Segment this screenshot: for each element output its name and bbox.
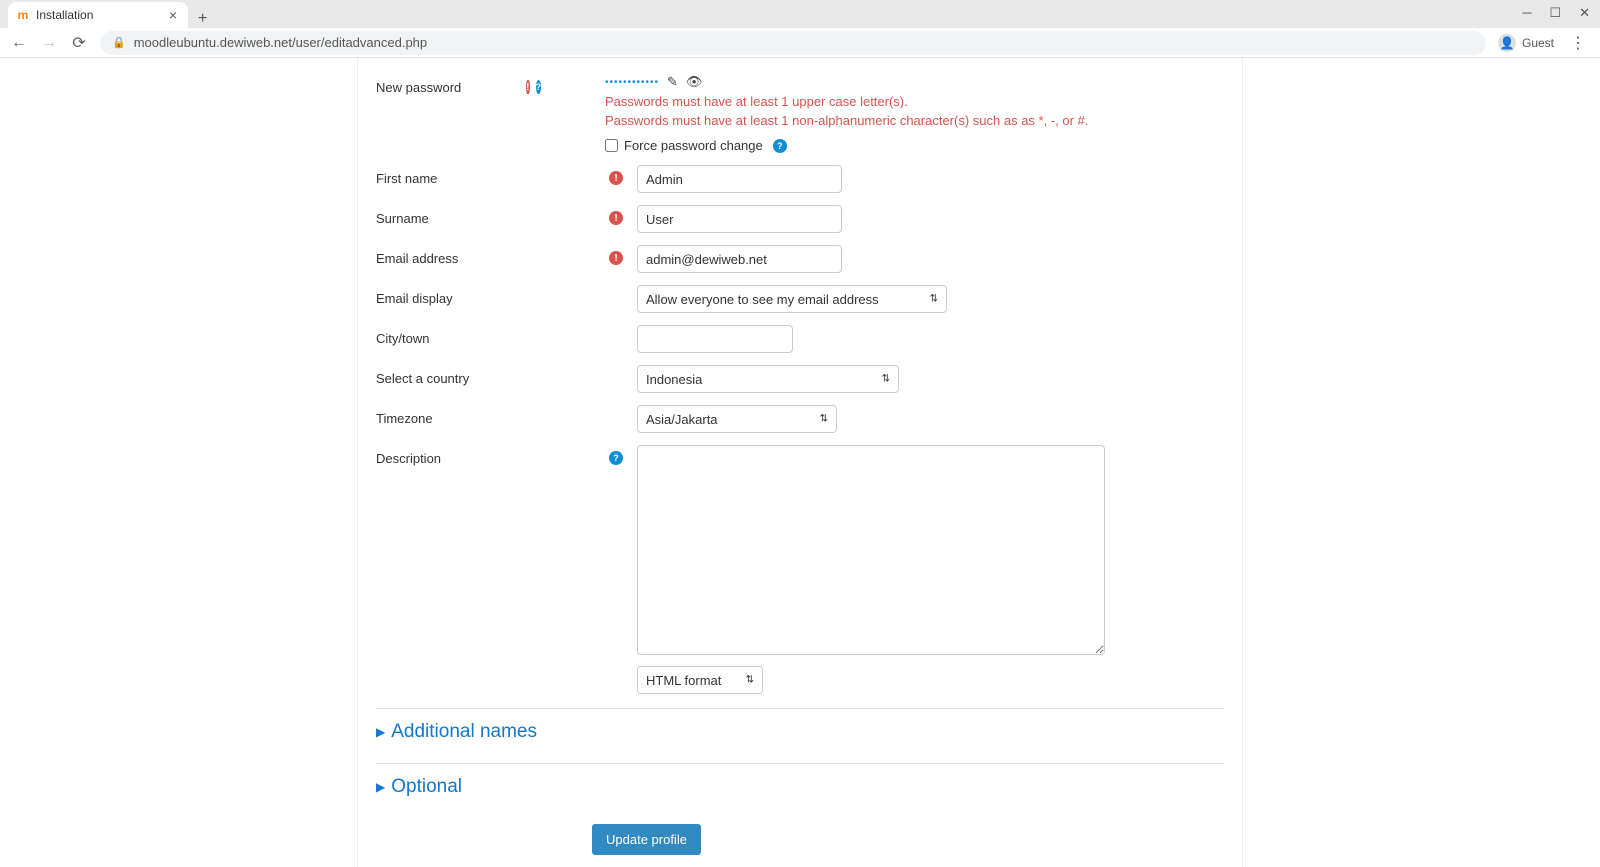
back-icon[interactable]: ← xyxy=(10,34,28,52)
forward-icon[interactable]: → xyxy=(40,34,58,52)
timezone-select[interactable]: Asia/Jakarta ⇅ xyxy=(637,405,837,433)
city-input[interactable] xyxy=(637,325,793,353)
section-optional-label: Optional xyxy=(391,776,462,798)
required-icon: ! xyxy=(526,80,529,94)
help-icon[interactable]: ? xyxy=(609,451,623,465)
country-select[interactable]: Indonesia ⇅ xyxy=(637,365,899,393)
surname-input[interactable] xyxy=(637,205,842,233)
password-error-2: Passwords must have at least 1 non-alpha… xyxy=(605,113,1224,128)
profile-form: New password ! ? •••••••••••• ✎ 👁 Passwo… xyxy=(358,58,1242,867)
label-email: Email address xyxy=(376,251,458,266)
caret-right-icon: ▶ xyxy=(376,780,385,794)
minimize-icon[interactable]: ─ xyxy=(1522,5,1531,21)
close-window-icon[interactable]: ✕ xyxy=(1579,5,1590,21)
help-icon[interactable]: ? xyxy=(773,139,787,153)
chevron-updown-icon: ⇅ xyxy=(882,374,890,385)
section-optional[interactable]: ▶ Optional xyxy=(376,763,1224,810)
row-new-password: New password ! ? •••••••••••• ✎ 👁 Passwo… xyxy=(376,68,1224,159)
row-description: Description ? HTML format ⇅ xyxy=(376,439,1224,700)
window-controls: ─ ☐ ✕ xyxy=(1522,5,1590,21)
avatar-icon: 👤 xyxy=(1498,34,1516,52)
browser-tab[interactable]: m Installation × xyxy=(8,2,188,28)
row-country: Select a country Indonesia ⇅ xyxy=(376,359,1224,399)
required-icon: ! xyxy=(609,211,623,225)
label-description: Description xyxy=(376,451,441,466)
label-new-password: New password xyxy=(376,80,461,95)
label-timezone: Timezone xyxy=(376,411,433,426)
moodle-favicon-icon: m xyxy=(16,8,30,22)
required-icon: ! xyxy=(609,171,623,185)
password-error-1: Passwords must have at least 1 upper cas… xyxy=(605,94,1224,109)
submit-row: Update profile xyxy=(376,810,1224,863)
chevron-updown-icon: ⇅ xyxy=(930,294,938,305)
description-format-value: HTML format xyxy=(646,673,721,688)
row-emaildisplay: Email display Allow everyone to see my e… xyxy=(376,279,1224,319)
description-format-select[interactable]: HTML format ⇅ xyxy=(637,666,763,694)
section-additional-label: Additional names xyxy=(391,721,537,743)
required-icon: ! xyxy=(609,251,623,265)
profile-label: Guest xyxy=(1522,36,1554,50)
content-container: New password ! ? •••••••••••• ✎ 👁 Passwo… xyxy=(357,58,1243,867)
row-surname: Surname ! xyxy=(376,199,1224,239)
label-emaildisplay: Email display xyxy=(376,291,453,306)
tab-title: Installation xyxy=(36,8,160,22)
url-text: moodleubuntu.dewiweb.net/user/editadvanc… xyxy=(134,35,427,50)
row-timezone: Timezone Asia/Jakarta ⇅ xyxy=(376,399,1224,439)
label-surname: Surname xyxy=(376,211,429,226)
close-tab-icon[interactable]: × xyxy=(166,7,180,23)
reveal-eye-icon[interactable]: 👁 xyxy=(686,74,703,90)
update-profile-button[interactable]: Update profile xyxy=(592,824,701,855)
description-textarea[interactable] xyxy=(637,445,1105,655)
force-password-change-checkbox[interactable] xyxy=(605,139,618,152)
chevron-updown-icon: ⇅ xyxy=(746,675,754,686)
maximize-icon[interactable]: ☐ xyxy=(1549,5,1561,21)
new-tab-icon[interactable]: + xyxy=(188,10,217,28)
country-value: Indonesia xyxy=(646,372,702,387)
profile-chip[interactable]: 👤 Guest xyxy=(1498,34,1554,52)
emaildisplay-value: Allow everyone to see my email address xyxy=(646,292,879,307)
label-country: Select a country xyxy=(376,371,469,386)
browser-tab-strip: m Installation × + ─ ☐ ✕ xyxy=(0,0,1600,28)
caret-right-icon: ▶ xyxy=(376,725,385,739)
email-input[interactable] xyxy=(637,245,842,273)
row-city: City/town xyxy=(376,319,1224,359)
address-bar[interactable]: 🔒 moodleubuntu.dewiweb.net/user/editadva… xyxy=(100,31,1486,55)
lock-icon: 🔒 xyxy=(112,36,126,49)
help-icon[interactable]: ? xyxy=(536,80,542,94)
label-firstname: First name xyxy=(376,171,437,186)
browser-toolbar: ← → ⟳ 🔒 moodleubuntu.dewiweb.net/user/ed… xyxy=(0,28,1600,58)
browser-menu-icon[interactable]: ⋮ xyxy=(1566,33,1590,53)
force-password-change-label: Force password change xyxy=(624,138,763,153)
chevron-updown-icon: ⇅ xyxy=(820,414,828,425)
reload-icon[interactable]: ⟳ xyxy=(70,33,88,53)
page-viewport[interactable]: New password ! ? •••••••••••• ✎ 👁 Passwo… xyxy=(0,58,1600,867)
firstname-input[interactable] xyxy=(637,165,842,193)
label-city: City/town xyxy=(376,331,429,346)
emaildisplay-select[interactable]: Allow everyone to see my email address ⇅ xyxy=(637,285,947,313)
required-fields-note: There are required fields in this form m… xyxy=(376,863,1224,867)
row-firstname: First name ! xyxy=(376,159,1224,199)
section-additional-names[interactable]: ▶ Additional names xyxy=(376,708,1224,755)
password-masked: •••••••••••• xyxy=(605,77,659,88)
timezone-value: Asia/Jakarta xyxy=(646,412,718,427)
row-email: Email address ! xyxy=(376,239,1224,279)
edit-pencil-icon[interactable]: ✎ xyxy=(667,74,678,90)
